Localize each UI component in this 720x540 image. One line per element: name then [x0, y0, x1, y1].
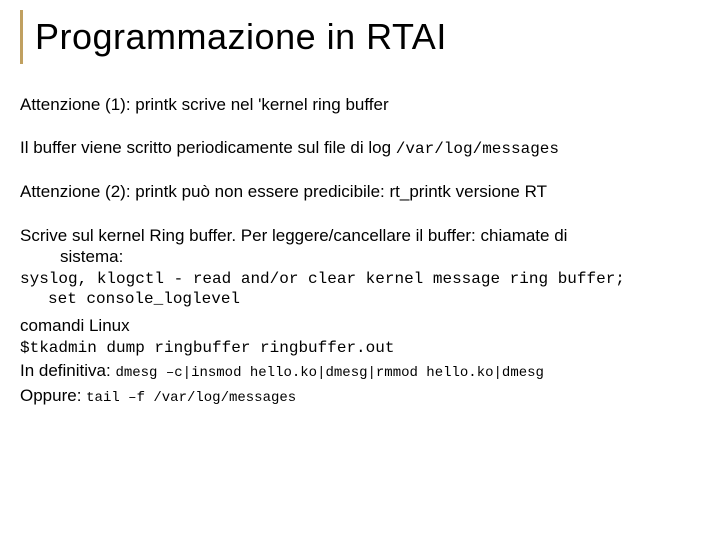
tail-cmd: tail –f /var/log/messages: [86, 390, 296, 406]
ringbuffer-line2: sistema:: [20, 246, 700, 267]
syslog-line1: syslog, klogctl - read and/or clear kern…: [20, 269, 700, 289]
buffer-log-text: Il buffer viene scritto periodicamente s…: [20, 138, 396, 157]
linux-commands-label: comandi Linux: [20, 315, 700, 336]
note-2: Attenzione (2): printk può non essere pr…: [20, 181, 700, 202]
log-path: /var/log/messages: [396, 140, 559, 158]
slide-body: Attenzione (1): printk scrive nel 'kerne…: [20, 94, 700, 407]
alternative-label: Oppure:: [20, 386, 86, 405]
definitive-line: In definitiva: dmesg –c|insmod hello.ko|…: [20, 360, 700, 383]
dmesg-cmd: dmesg –c|insmod hello.ko|dmesg|rmmod hel…: [115, 365, 543, 381]
title-bar: Programmazione in RTAI: [20, 10, 700, 64]
ringbuffer-line1: Scrive sul kernel Ring buffer. Per legge…: [20, 225, 700, 246]
alternative-line: Oppure: tail –f /var/log/messages: [20, 385, 700, 408]
slide-title: Programmazione in RTAI: [35, 10, 700, 64]
ringbuffer-intro: Scrive sul kernel Ring buffer. Per legge…: [20, 225, 700, 268]
slide: Programmazione in RTAI Attenzione (1): p…: [0, 0, 720, 540]
tkadmin-cmd: $tkadmin dump ringbuffer ringbuffer.out: [20, 338, 700, 358]
syslog-line2: set console_loglevel: [20, 289, 700, 309]
buffer-log-line: Il buffer viene scritto periodicamente s…: [20, 137, 700, 159]
syslog-block: syslog, klogctl - read and/or clear kern…: [20, 269, 700, 309]
definitive-label: In definitiva:: [20, 361, 115, 380]
note-1: Attenzione (1): printk scrive nel 'kerne…: [20, 94, 700, 115]
